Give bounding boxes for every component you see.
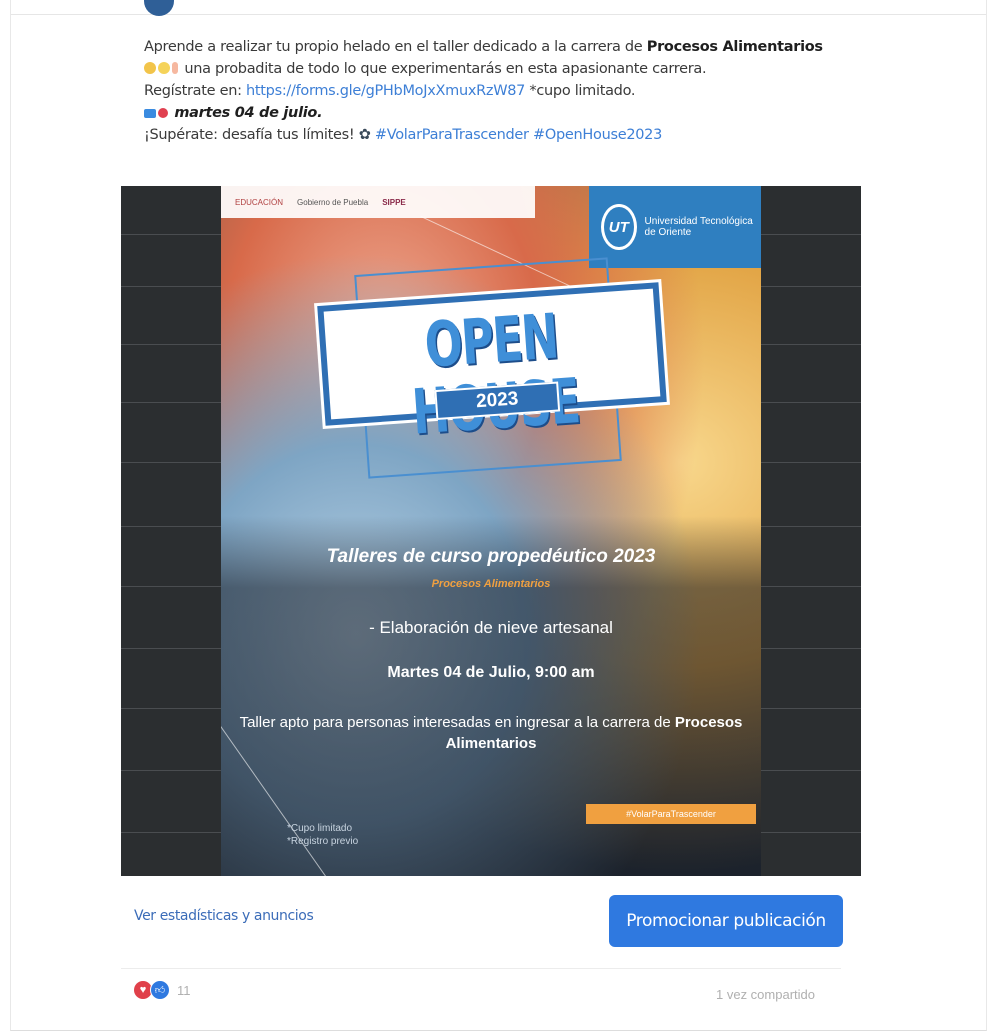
poster-hashtag: #VolarParaTrascender — [586, 804, 756, 824]
university-badge: UT Universidad Tecnológica de Oriente — [589, 186, 761, 268]
reactions-summary[interactable]: ♥ 👍︎ 11 — [134, 980, 191, 1000]
poster-note: Taller apto para personas interesadas en… — [239, 714, 743, 752]
post-line-1: Aprende a realizar tu propio helado en e… — [144, 39, 823, 55]
post-image[interactable]: EDUCACIÓN Gobierno de Puebla SIPPE UT Un… — [121, 186, 861, 876]
poster-datetime: Martes 04 de Julio, 9:00 am — [387, 664, 595, 681]
open-house-banner: OPEN HOUSE 2023 — [317, 282, 667, 449]
emoji-icon — [144, 62, 156, 74]
poster-title: Talleres de curso propedéutico 2023 — [326, 546, 656, 567]
calendar-icon — [144, 109, 156, 118]
post-line-5: ¡Supérate: desafía tus límites! ✿ #Volar… — [144, 127, 663, 143]
stats-link[interactable]: Ver estadísticas y anuncios — [134, 908, 314, 924]
event-poster: EDUCACIÓN Gobierno de Puebla SIPPE UT Un… — [221, 186, 761, 876]
poster-subtitle: Procesos Alimentarios — [431, 578, 551, 590]
pin-icon — [158, 108, 168, 118]
post-line-2: una probadita de todo lo que experimenta… — [144, 58, 864, 80]
post-body: Aprende a realizar tu propio helado en e… — [144, 36, 864, 146]
bird-icon: ✿ — [358, 127, 371, 143]
reaction-count: 11 — [177, 982, 191, 998]
emoji-icon — [158, 62, 170, 74]
like-reaction-icon: 👍︎ — [150, 980, 170, 1000]
share-count[interactable]: 1 vez compartido — [716, 987, 815, 1002]
post-line-3: Regístrate en: https://forms.gle/gPHbMoJ… — [144, 83, 636, 99]
post-card: Aprende a realizar tu propio helado en e… — [10, 0, 987, 1031]
sponsor-logos: EDUCACIÓN Gobierno de Puebla SIPPE — [221, 186, 535, 218]
post-line-4: martes 04 de julio. — [144, 102, 864, 124]
ice-cream-icon — [172, 62, 178, 74]
open-house-title: OPEN HOUSE — [410, 299, 582, 448]
poster-activity: - Elaboración de nieve artesanal — [369, 618, 613, 637]
promote-post-button[interactable]: Promocionar publicación — [609, 895, 843, 947]
hashtags[interactable]: #VolarParaTrascender #OpenHouse2023 — [375, 127, 662, 143]
registration-link[interactable]: https://forms.gle/gPHbMoJxXmuxRzW87 — [246, 83, 525, 99]
university-logo: UT — [601, 204, 637, 250]
poster-fine-print: *Cupo limitado *Registro previo — [287, 823, 359, 847]
university-name: Universidad Tecnológica de Oriente — [644, 216, 753, 238]
footer-divider — [121, 968, 841, 969]
